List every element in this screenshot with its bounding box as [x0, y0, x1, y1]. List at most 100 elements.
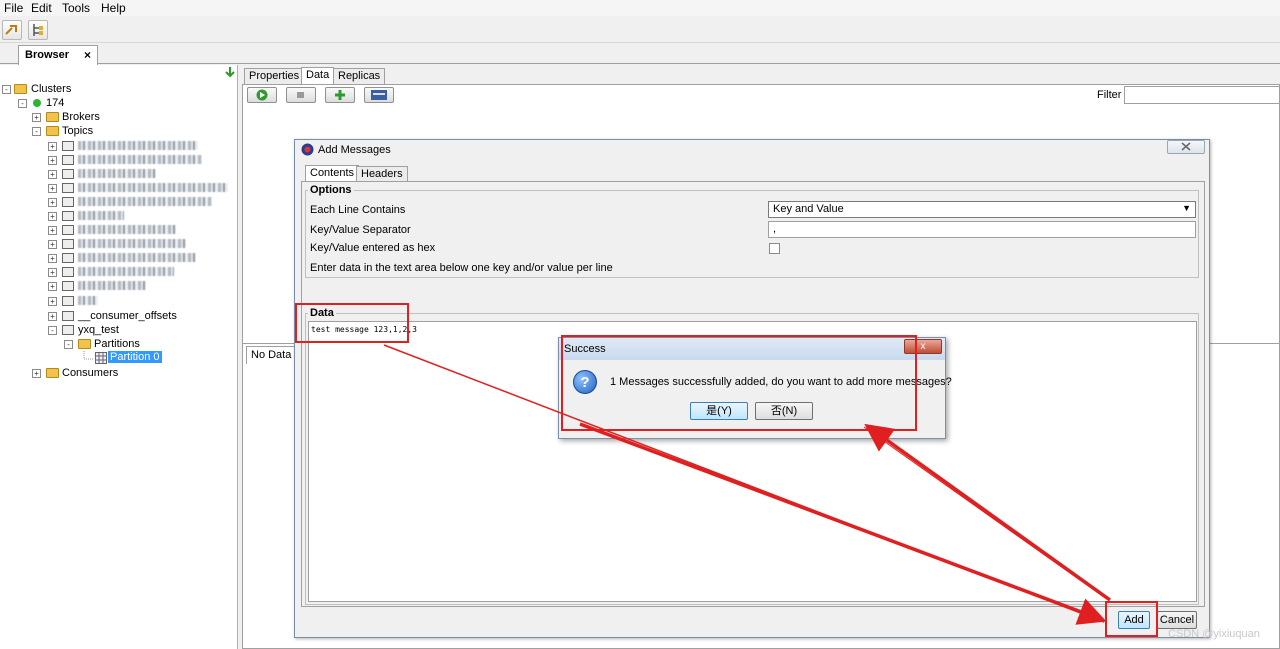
- collapse-icon[interactable]: -: [2, 85, 11, 94]
- hint-text: Enter data in the text area below one ke…: [310, 262, 613, 274]
- tree-item-partition-0[interactable]: Partition 0: [0, 351, 238, 365]
- expand-icon[interactable]: +: [48, 268, 57, 277]
- expand-icon[interactable]: +: [48, 170, 57, 179]
- tab-no-data[interactable]: No Data: [246, 346, 297, 364]
- topic-icon: [62, 267, 74, 277]
- folder-icon: [46, 368, 59, 378]
- tree-label-clusters: Clusters: [31, 83, 72, 95]
- tree-item-yxq-test[interactable]: - yxq_test: [0, 323, 238, 337]
- tab-properties[interactable]: Properties: [244, 68, 305, 84]
- expand-icon[interactable]: +: [48, 226, 57, 235]
- expand-icon[interactable]: +: [48, 212, 57, 221]
- topic-icon: [62, 296, 74, 306]
- tree-item-topic-redacted[interactable]: +: [0, 209, 238, 223]
- tree-item-topic-redacted[interactable]: +: [0, 181, 238, 195]
- stop-button[interactable]: [286, 87, 316, 103]
- expand-icon[interactable]: +: [32, 369, 41, 378]
- collapse-icon[interactable]: -: [48, 326, 57, 335]
- tree-toggle-button[interactable]: [28, 20, 48, 40]
- topic-icon: [62, 141, 74, 151]
- menu-edit[interactable]: Edit: [31, 1, 52, 15]
- expand-icon[interactable]: +: [48, 297, 57, 306]
- tab-browser[interactable]: Browser ×: [18, 45, 98, 65]
- separator-input[interactable]: ,: [768, 221, 1196, 238]
- expand-icon[interactable]: +: [48, 282, 57, 291]
- collapse-icon[interactable]: -: [64, 340, 73, 349]
- tab-contents[interactable]: Contents: [305, 165, 360, 181]
- play-button[interactable]: [247, 87, 277, 103]
- expand-icon[interactable]: +: [48, 142, 57, 151]
- topic-icon: [62, 169, 74, 179]
- tree-item-topic-redacted[interactable]: +: [0, 167, 238, 181]
- options-title: Options: [308, 184, 354, 196]
- connect-icon: [5, 25, 17, 35]
- refresh-arrow-icon[interactable]: [224, 66, 236, 78]
- close-icon[interactable]: ×: [84, 48, 91, 62]
- tree-item-topic-redacted[interactable]: +: [0, 223, 238, 237]
- folder-open-icon: [78, 339, 91, 349]
- tree-item-topic-redacted[interactable]: +: [0, 139, 238, 153]
- view-button[interactable]: [364, 87, 394, 103]
- add-message-button[interactable]: [325, 87, 355, 103]
- tree-item-topic-redacted[interactable]: +: [0, 195, 238, 209]
- expand-icon[interactable]: +: [48, 156, 57, 165]
- tree-item-clusters[interactable]: - Clusters: [0, 82, 238, 96]
- expand-icon[interactable]: +: [48, 184, 57, 193]
- expand-icon[interactable]: +: [48, 240, 57, 249]
- expand-icon[interactable]: +: [48, 198, 57, 207]
- collapse-icon[interactable]: -: [18, 99, 27, 108]
- expand-icon[interactable]: +: [48, 312, 57, 321]
- redacted-topic-name: [78, 267, 174, 276]
- tab-replicas[interactable]: Replicas: [333, 68, 386, 84]
- hex-checkbox[interactable]: [769, 243, 780, 254]
- tree-item-topic-redacted[interactable]: +: [0, 265, 238, 279]
- topic-icon: [62, 155, 74, 165]
- menu-bar: File Edit Tools Help: [0, 0, 1280, 16]
- each-line-select[interactable]: Key and Value ▼: [768, 201, 1196, 218]
- tree-label-174: 174: [46, 97, 65, 109]
- redacted-topic-name: [78, 253, 196, 262]
- tree-item-consumer-offsets[interactable]: + __consumer_offsets: [0, 309, 238, 323]
- tree-label-consumer-offsets: __consumer_offsets: [78, 310, 177, 322]
- expand-icon[interactable]: +: [48, 254, 57, 263]
- expand-icon[interactable]: +: [32, 113, 41, 122]
- tree-item-topic-redacted[interactable]: +: [0, 294, 238, 308]
- tree-label-partitions: Partitions: [94, 338, 140, 350]
- redacted-topic-name: [78, 281, 146, 290]
- watermark: CSDN @yixiuquan: [1168, 628, 1260, 640]
- tree-item-cluster-174[interactable]: - 174: [0, 96, 238, 110]
- tree-item-topic-redacted[interactable]: +: [0, 251, 238, 265]
- redacted-topic-name: [78, 211, 124, 220]
- menu-help[interactable]: Help: [101, 1, 126, 15]
- tree-item-consumers[interactable]: + Consumers: [0, 366, 238, 380]
- toolbar: [0, 17, 1280, 43]
- tree-item-brokers[interactable]: + Brokers: [0, 110, 238, 124]
- filter-label: Filter: [1097, 89, 1122, 101]
- plus-icon: [335, 90, 345, 100]
- tree-item-partitions[interactable]: - Partitions: [0, 337, 238, 351]
- dropdown-arrow-icon: ▼: [1182, 203, 1191, 213]
- topic-icon: [62, 311, 74, 321]
- filter-input[interactable]: [1124, 86, 1280, 104]
- tree-item-topic-redacted[interactable]: +: [0, 237, 238, 251]
- dialog-close-button[interactable]: [1167, 140, 1205, 154]
- browser-tab-label: Browser: [25, 49, 70, 61]
- tree-label-topics: Topics: [62, 125, 94, 137]
- menu-file[interactable]: File: [4, 1, 23, 15]
- collapse-icon[interactable]: -: [32, 127, 41, 136]
- app-logo-icon: [301, 143, 314, 156]
- tree-item-topic-redacted[interactable]: +: [0, 279, 238, 293]
- redacted-topic-name: [78, 225, 176, 234]
- tab-data[interactable]: Data: [301, 67, 335, 84]
- tree-item-topics[interactable]: - Topics: [0, 124, 238, 138]
- topic-icon: [62, 183, 74, 193]
- each-line-label: Each Line Contains: [310, 204, 406, 216]
- each-line-value: Key and Value: [773, 203, 844, 215]
- cancel-button[interactable]: Cancel: [1157, 611, 1197, 629]
- connect-button[interactable]: [2, 20, 22, 40]
- redacted-topic-name: [78, 155, 202, 164]
- tree-item-topic-redacted[interactable]: +: [0, 153, 238, 167]
- tab-headers[interactable]: Headers: [356, 166, 408, 182]
- menu-tools[interactable]: Tools: [62, 1, 90, 15]
- topic-icon: [62, 211, 74, 221]
